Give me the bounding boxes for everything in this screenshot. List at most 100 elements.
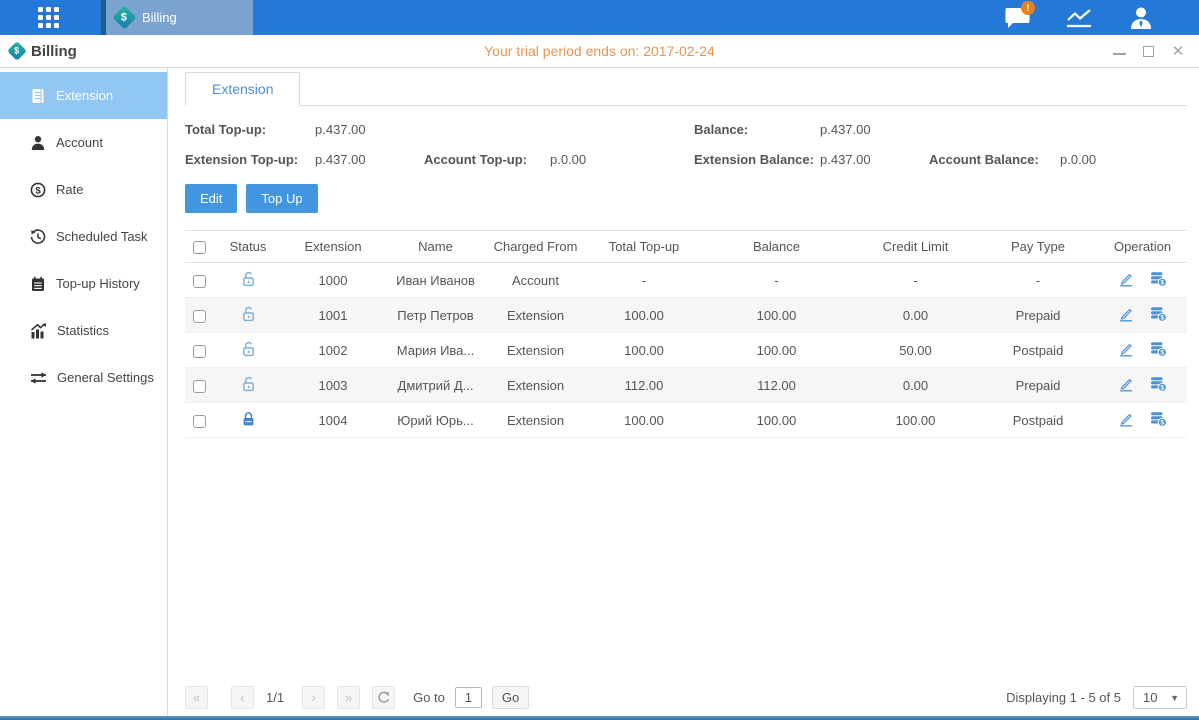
extension-topup-label: Extension Top-up: <box>185 152 315 167</box>
pay-type-cell: - <box>978 263 1098 298</box>
statistics-bars-icon <box>30 323 47 339</box>
topup-row-button[interactable]: $ <box>1150 411 1167 430</box>
row-checkbox[interactable] <box>193 380 206 393</box>
balance-label: Balance: <box>694 122 820 137</box>
page-size-value: 10 <box>1143 690 1157 705</box>
sidebar-item-label: Account <box>56 135 103 150</box>
edit-row-button[interactable] <box>1118 376 1134 395</box>
col-pay-type: Pay Type <box>978 231 1098 263</box>
last-page-button[interactable]: » <box>337 686 360 709</box>
go-button[interactable]: Go <box>492 686 529 709</box>
refresh-icon <box>377 691 390 704</box>
edit-pencil-icon <box>1118 411 1134 427</box>
main-content: Extension Total Top-up: p.437.00 Balance… <box>168 68 1199 716</box>
balance-cell: 100.00 <box>700 333 853 368</box>
statistics-chart-icon[interactable] <box>1065 6 1093 30</box>
refresh-button[interactable] <box>372 686 395 709</box>
extension-cell: 1004 <box>278 403 388 438</box>
table-row: 1003Дмитрий Д...Extension112.00112.000.0… <box>185 368 1187 403</box>
name-cell: Мария Ива... <box>388 333 483 368</box>
total-topup-label: Total Top-up: <box>185 122 315 137</box>
table-row: 1001Петр ПетровExtension100.00100.000.00… <box>185 298 1187 333</box>
sidebar-item-extension[interactable]: Extension <box>0 72 167 119</box>
next-page-button[interactable]: › <box>302 686 325 709</box>
table-row: 1002Мария Ива...Extension100.00100.0050.… <box>185 333 1187 368</box>
edit-row-button[interactable] <box>1118 411 1134 430</box>
svg-text:$: $ <box>1160 279 1164 286</box>
sidebar-item-scheduled-task[interactable]: Scheduled Task <box>0 213 167 260</box>
maximize-button[interactable] <box>1143 46 1154 57</box>
balance-cell: 112.00 <box>700 368 853 403</box>
sidebar-item-label: Scheduled Task <box>56 229 148 244</box>
user-account-icon[interactable] <box>1127 6 1155 30</box>
operation-cell: $ <box>1098 403 1187 438</box>
credit-limit-cell: 0.00 <box>853 368 978 403</box>
sidebar-item-topup-history[interactable]: Top-up History <box>0 260 167 307</box>
sidebar-item-statistics[interactable]: Statistics <box>0 307 167 354</box>
window-title-bar: $ Billing Your trial period ends on: 201… <box>0 35 1199 68</box>
minimize-button[interactable] <box>1113 47 1126 55</box>
notification-badge: ! <box>1021 1 1035 15</box>
edit-row-button[interactable] <box>1118 341 1134 360</box>
total-topup-value: p.437.00 <box>315 122 424 137</box>
credit-limit-cell: 0.00 <box>853 298 978 333</box>
notifications-chat-icon[interactable]: ! <box>1003 6 1031 30</box>
prev-page-button[interactable]: ‹ <box>231 686 254 709</box>
balance-cell: - <box>700 263 853 298</box>
coins-topup-icon: $ <box>1150 376 1167 392</box>
table-row: 1004Юрий Юрь...Extension100.00100.00100.… <box>185 403 1187 438</box>
status-cell <box>218 368 278 403</box>
edit-pencil-icon <box>1118 271 1134 287</box>
col-status: Status <box>218 231 278 263</box>
sidebar-item-rate[interactable]: $ Rate <box>0 166 167 213</box>
sidebar-item-general-settings[interactable]: General Settings <box>0 354 167 401</box>
select-all-checkbox[interactable] <box>193 241 206 254</box>
row-checkbox[interactable] <box>193 345 206 358</box>
topup-row-button[interactable]: $ <box>1150 376 1167 395</box>
name-cell: Дмитрий Д... <box>388 368 483 403</box>
status-cell <box>218 403 278 438</box>
chevron-down-icon: ▼ <box>1170 693 1179 703</box>
sidebar-item-account[interactable]: Account <box>0 119 167 166</box>
displaying-count: Displaying 1 - 5 of 5 <box>1006 690 1121 705</box>
top-up-button[interactable]: Top Up <box>246 184 317 213</box>
row-checkbox[interactable] <box>193 415 206 428</box>
apps-menu-icon[interactable] <box>38 7 59 28</box>
topup-history-notepad-icon <box>30 276 46 292</box>
sidebar-item-label: Extension <box>56 88 113 103</box>
app-tab-billing[interactable]: $ Billing <box>101 0 253 35</box>
row-checkbox[interactable] <box>193 275 206 288</box>
edit-row-button[interactable] <box>1118 306 1134 325</box>
operation-cell: $ <box>1098 298 1187 333</box>
edit-row-button[interactable] <box>1118 271 1134 290</box>
close-button[interactable]: ✕ <box>1171 44 1185 58</box>
edit-button[interactable]: Edit <box>185 184 237 213</box>
row-checkbox[interactable] <box>193 310 206 323</box>
trial-period-notice: Your trial period ends on: 2017-02-24 <box>0 43 1199 59</box>
svg-text:$: $ <box>1160 419 1164 426</box>
extension-cell: 1003 <box>278 368 388 403</box>
topup-row-button[interactable]: $ <box>1150 306 1167 325</box>
table-body: 1000Иван ИвановAccount----$1001Петр Петр… <box>185 263 1187 438</box>
first-page-button[interactable]: « <box>185 686 208 709</box>
total-topup-cell: 100.00 <box>588 298 700 333</box>
topup-row-button[interactable]: $ <box>1150 341 1167 360</box>
extension-balance-label: Extension Balance: <box>694 152 820 167</box>
top-bar: $ Billing ! <box>0 0 1199 35</box>
account-topup-value: p.0.00 <box>550 152 694 167</box>
line-chart-icon <box>1065 7 1093 29</box>
page-size-select[interactable]: 10 ▼ <box>1133 686 1187 709</box>
tab-extension[interactable]: Extension <box>185 72 300 106</box>
window-bottom-edge <box>0 716 1199 720</box>
col-balance: Balance <box>700 231 853 263</box>
topup-row-button[interactable]: $ <box>1150 271 1167 290</box>
goto-page-input[interactable] <box>455 687 482 708</box>
charged-from-cell: Account <box>483 263 588 298</box>
extension-balance-value: p.437.00 <box>820 152 929 167</box>
unlocked-icon <box>241 306 256 322</box>
billing-window-icon: $ <box>7 41 27 61</box>
coins-topup-icon: $ <box>1150 306 1167 322</box>
coins-topup-icon: $ <box>1150 341 1167 357</box>
extensions-table: Status Extension Name Charged From Total… <box>185 230 1187 438</box>
balance-cell: 100.00 <box>700 403 853 438</box>
